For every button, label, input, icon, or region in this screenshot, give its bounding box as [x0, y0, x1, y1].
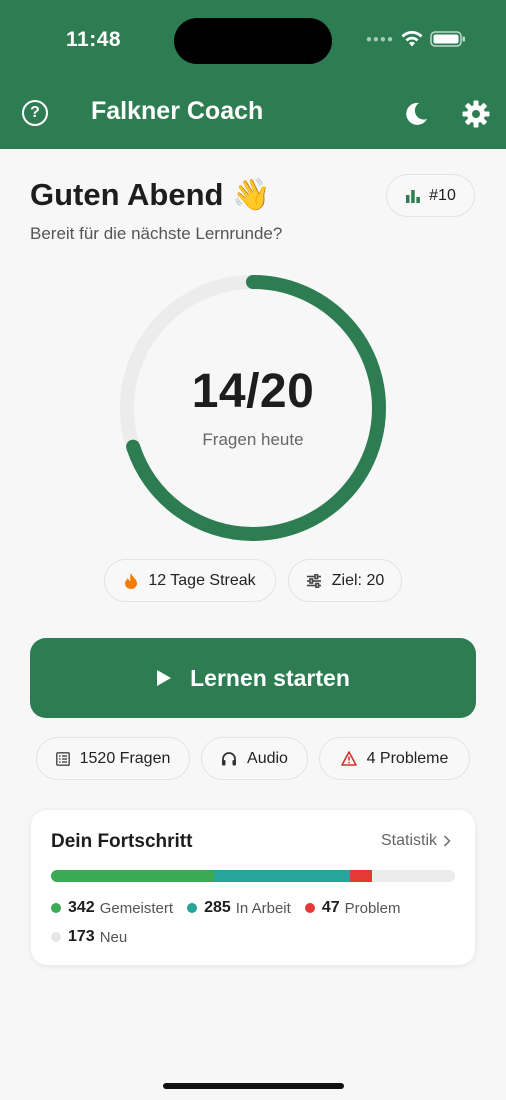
- legend-item: 173 Neu: [51, 928, 127, 946]
- progress-segment-gemeistert: [51, 870, 215, 882]
- legend-dot: [51, 903, 61, 913]
- question-icon: ?: [30, 104, 40, 121]
- problems-pill[interactable]: 4 Probleme: [319, 737, 470, 780]
- problems-label: 4 Probleme: [366, 749, 449, 767]
- signal-icon: ●●●●: [365, 33, 394, 45]
- battery-icon: [430, 31, 465, 47]
- legend-count: 285: [204, 899, 231, 916]
- rank-label: #10: [429, 186, 456, 204]
- legend-item: 285 In Arbeit: [187, 899, 291, 917]
- progress-legend: 173 Neu: [51, 928, 141, 946]
- chevron-right-icon: [443, 835, 451, 847]
- legend-dot: [51, 932, 61, 942]
- dark-mode-button[interactable]: [400, 99, 430, 129]
- flame-icon: [125, 572, 138, 589]
- greeting-subtitle: Bereit für die nächste Lernrunde?: [30, 224, 283, 243]
- legend-item: 342 Gemeistert: [51, 899, 173, 917]
- dynamic-island: [174, 18, 332, 64]
- legend-label: In Arbeit: [235, 899, 291, 917]
- legend-count: 173: [68, 928, 95, 945]
- legend-count: 342: [68, 899, 95, 916]
- greeting-title: Guten Abend 👋: [30, 177, 271, 212]
- audio-pill[interactable]: Audio: [201, 737, 308, 780]
- legend-count: 47: [321, 899, 340, 916]
- statistics-link[interactable]: Statistik: [381, 832, 451, 850]
- legend-label: Neu: [99, 928, 128, 946]
- streak-pill[interactable]: 12 Tage Streak: [104, 559, 276, 602]
- app-title: Falkner Coach: [91, 97, 264, 125]
- headphones-icon: [222, 752, 237, 766]
- list-icon: [55, 751, 70, 766]
- questions-label: 1520 Fragen: [79, 749, 171, 767]
- app-header: 11:48 ●●●● ? Falkner Coach: [0, 0, 506, 149]
- progress-legend: 342 Gemeistert 285 In Arbeit 47 Problem: [51, 899, 414, 917]
- start-learning-button[interactable]: Lernen starten: [30, 638, 476, 718]
- start-learning-label: Lernen starten: [190, 664, 350, 691]
- rank-chip[interactable]: #10: [386, 174, 475, 217]
- legend-item: 47 Problem: [304, 899, 401, 917]
- moon-icon: [406, 102, 427, 125]
- daily-progress-label: Fragen heute: [202, 430, 304, 449]
- status-icons: ●●●●: [366, 30, 466, 48]
- waving-hand-icon: 👋: [232, 177, 271, 212]
- questions-pill[interactable]: 1520 Fragen: [36, 737, 190, 780]
- audio-label: Audio: [247, 749, 288, 767]
- legend-dot: [187, 903, 198, 913]
- progress-card-title: Dein Fortschritt: [51, 831, 193, 852]
- warning-icon: [340, 751, 357, 766]
- bar-chart-icon: [406, 189, 421, 203]
- status-time: 11:48: [66, 28, 122, 51]
- progress-segment-in-arbeit: [214, 870, 351, 882]
- goal-pill[interactable]: Ziel: 20: [288, 559, 402, 602]
- legend-label: Problem: [344, 899, 401, 917]
- goal-label: Ziel: 20: [331, 571, 385, 589]
- legend-dot: [304, 903, 315, 913]
- streak-label: 12 Tage Streak: [148, 571, 256, 589]
- home-indicator: [163, 1083, 344, 1089]
- sliders-icon: [306, 573, 321, 588]
- help-button[interactable]: ?: [22, 100, 48, 126]
- daily-progress-value: 14/20: [191, 365, 315, 418]
- settings-button[interactable]: [461, 99, 491, 129]
- progress-bar: [51, 870, 455, 882]
- progress-segment-problem: [350, 870, 373, 882]
- play-icon: [157, 670, 172, 686]
- wifi-icon: [401, 31, 423, 47]
- progress-card: Dein Fortschritt Statistik 342 Gemeistert…: [31, 810, 475, 965]
- legend-label: Gemeistert: [99, 899, 174, 917]
- statistics-link-label: Statistik: [380, 832, 437, 849]
